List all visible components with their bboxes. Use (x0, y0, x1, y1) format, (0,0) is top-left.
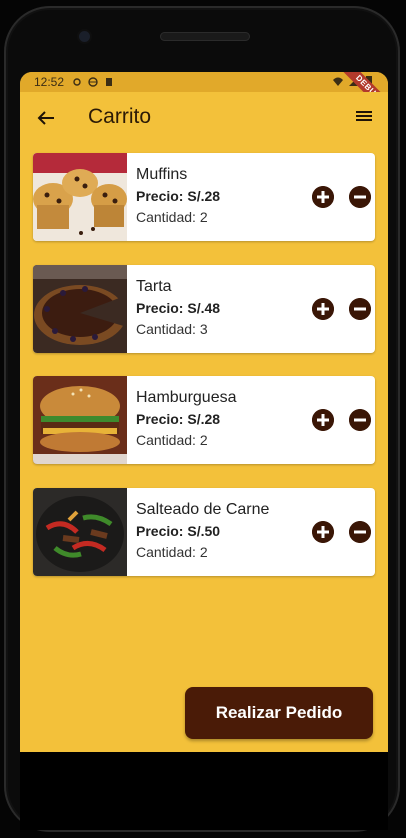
place-order-button[interactable]: Realizar Pedido (185, 687, 373, 739)
item-info: Hamburguesa Precio: S/.28 Cantidad: 2 (136, 388, 237, 450)
item-info: Salteado de Carne Precio: S/.50 Cantidad… (136, 500, 269, 562)
tart-image (33, 265, 127, 353)
item-price: Precio: S/.28 (136, 411, 221, 427)
cart-item: Muffins Precio: S/.28 Cantidad: 2 (33, 153, 375, 241)
phone-bottom-bezel (20, 752, 388, 830)
settings-icon (88, 77, 98, 87)
increase-quantity-button[interactable] (312, 409, 334, 431)
menu-button[interactable] (354, 107, 376, 129)
item-quantity: Cantidad: 2 (136, 209, 208, 225)
status-time: 12:52 (34, 75, 65, 89)
item-price: Precio: S/.28 (136, 188, 221, 204)
hamburger-menu-icon (356, 111, 372, 121)
stir-fry-image (33, 488, 127, 576)
cart-item: Tarta Precio: S/.48 Cantidad: 3 (33, 265, 375, 353)
app-bar: Carrito (20, 92, 388, 144)
front-camera (79, 31, 90, 42)
muffins-image (33, 153, 127, 241)
arrow-left-icon (37, 111, 54, 125)
item-price: Precio: S/.50 (136, 523, 221, 539)
back-button[interactable] (34, 106, 58, 130)
wifi-icon (333, 77, 343, 86)
notification-icon (73, 78, 81, 86)
cart-item: Salteado de Carne Precio: S/.50 Cantidad… (33, 488, 375, 576)
item-name: Salteado de Carne (136, 501, 270, 518)
item-quantity: Cantidad: 2 (136, 432, 208, 448)
item-quantity: Cantidad: 2 (136, 544, 208, 560)
item-quantity: Cantidad: 3 (136, 321, 208, 337)
page-title: Carrito (88, 105, 152, 128)
phone-device: 12:52 DEBUG Carrito Muffins Precio: S/.2… (0, 0, 406, 838)
item-info: Tarta Precio: S/.48 Cantidad: 3 (136, 277, 220, 339)
item-name: Muffins (136, 166, 188, 183)
decrease-quantity-button[interactable] (349, 186, 371, 208)
earpiece-speaker (160, 32, 250, 41)
item-name: Tarta (136, 278, 172, 295)
item-price: Precio: S/.48 (136, 300, 221, 316)
decrease-quantity-button[interactable] (349, 409, 371, 431)
cart-item: Hamburguesa Precio: S/.28 Cantidad: 2 (33, 376, 375, 464)
sd-card-icon (106, 78, 113, 86)
app-screen: 12:52 DEBUG Carrito Muffins Precio: S/.2… (20, 72, 388, 752)
status-notification-icons (72, 77, 114, 87)
increase-quantity-button[interactable] (312, 298, 334, 320)
burger-image (33, 376, 127, 464)
decrease-quantity-button[interactable] (349, 298, 371, 320)
item-name: Hamburguesa (136, 389, 237, 406)
item-info: Muffins Precio: S/.28 Cantidad: 2 (136, 165, 220, 227)
status-bar: 12:52 DEBUG (20, 72, 388, 120)
increase-quantity-button[interactable] (312, 521, 334, 543)
decrease-quantity-button[interactable] (349, 521, 371, 543)
increase-quantity-button[interactable] (312, 186, 334, 208)
